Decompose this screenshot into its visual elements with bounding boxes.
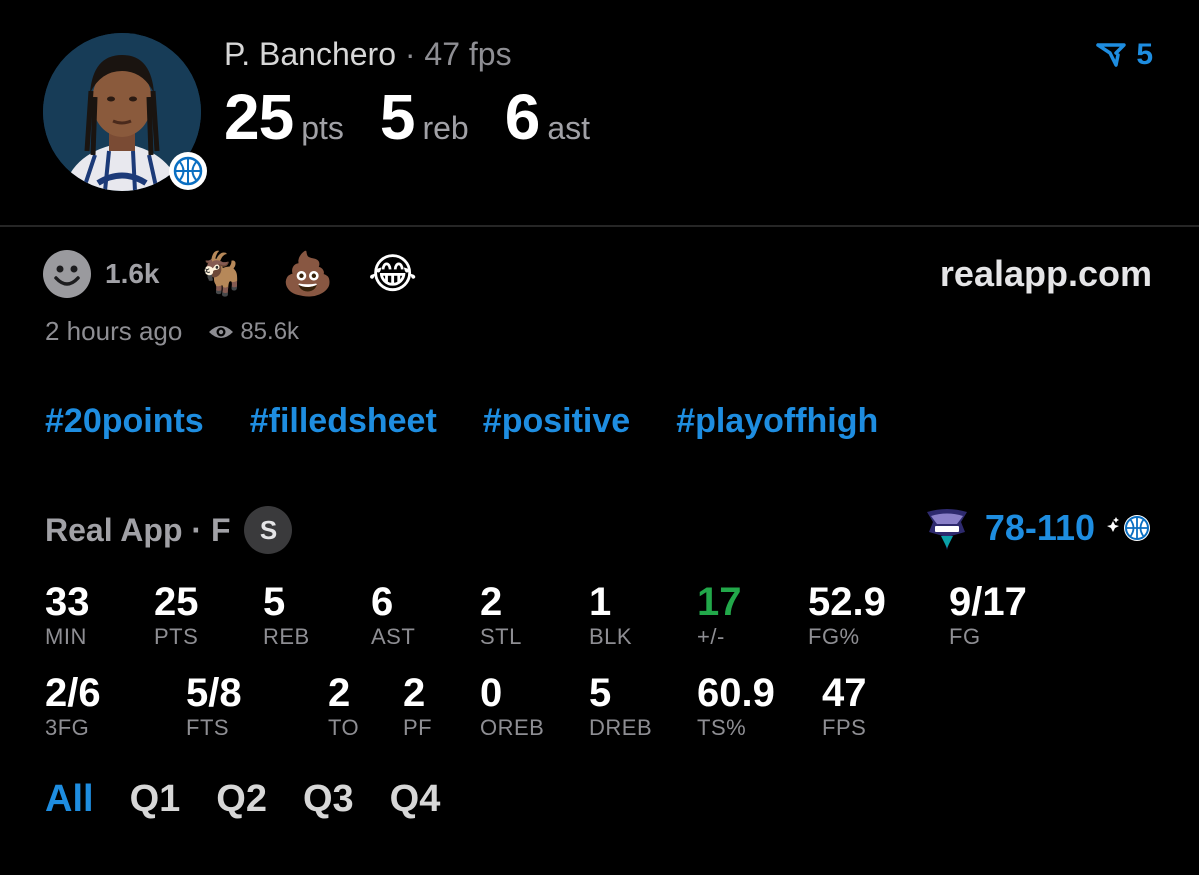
assists-value: 6 (504, 81, 541, 153)
stat-dreb: 5 DREB (589, 671, 652, 741)
quarter-tabs: All Q1 Q2 Q3 Q4 (45, 778, 440, 821)
player-fps: 47 fps (424, 36, 512, 72)
stat-fg-pct: 52.9 FG% (808, 580, 886, 650)
stat-value: 5/8 (186, 671, 242, 715)
game-score[interactable]: 78-110 (921, 502, 1153, 554)
stat-pf: 2 PF (403, 671, 432, 741)
stat-fg: 9/17 FG (949, 580, 1027, 650)
score-value: 78-110 (984, 507, 1095, 548)
stat-label: AST (371, 624, 416, 649)
stat-label: REB (263, 624, 310, 649)
points-value: 25 (224, 81, 294, 153)
stat-value: 2/6 (45, 671, 101, 715)
laughing-reaction[interactable]: 😂 (368, 250, 417, 298)
stat-ast: 6 AST (371, 580, 415, 650)
magic-logo-icon (1107, 515, 1150, 541)
stat-fps: 47 FPS (822, 671, 867, 741)
boost-count: 5 (1136, 38, 1153, 71)
rebounds-value: 5 (379, 81, 416, 153)
stat-ts-pct: 60.9 TS% (697, 671, 775, 741)
player-name-line: P. Banchero · 47 fps (224, 36, 512, 73)
hashtag[interactable]: #filledsheet (250, 402, 437, 441)
stat-label: FG (949, 624, 981, 649)
stat-label: FTS (186, 715, 230, 740)
magic-team-icon (169, 152, 207, 190)
stat-label: PF (403, 715, 433, 740)
stat-stl: 2 STL (480, 580, 522, 650)
poop-reaction[interactable]: 💩 (282, 250, 334, 298)
stat-value: 0 (480, 671, 503, 715)
game-source-label: Real App · F (45, 511, 231, 548)
post-time: 2 hours ago (45, 316, 183, 346)
stat-value: 52.9 (808, 580, 886, 624)
stat-label: TO (328, 715, 360, 740)
headline-stats: 25 pts 5 reb 6 ast (224, 80, 626, 154)
goat-reaction[interactable]: 🐐 (196, 250, 248, 298)
hashtag-list: #20points #filledsheet #positive #playof… (45, 402, 878, 441)
stat-min: 33 MIN (45, 580, 90, 650)
smiley-icon[interactable] (43, 250, 91, 298)
player-name[interactable]: P. Banchero (224, 36, 396, 72)
stat-value: 9/17 (949, 580, 1027, 624)
stat-label: +/- (697, 624, 725, 649)
stat-value: 47 (822, 671, 867, 715)
stat-label: PTS (154, 624, 199, 649)
stat-label: FG% (808, 624, 860, 649)
name-separator: · (404, 36, 416, 72)
hashtag[interactable]: #20points (45, 402, 204, 441)
tab-q4[interactable]: Q4 (390, 778, 441, 821)
view-count: 85.6k (240, 317, 300, 345)
stat-3fg: 2/6 3FG (45, 671, 101, 741)
stat-reb: 5 REB (263, 580, 310, 650)
stat-label: BLK (589, 624, 633, 649)
stat-fts: 5/8 FTS (186, 671, 242, 741)
boost-button[interactable]: 5 (1096, 38, 1153, 72)
eye-icon (209, 325, 234, 338)
boost-arrow-icon (1096, 43, 1127, 67)
assists-unit: ast (547, 110, 590, 146)
tab-q2[interactable]: Q2 (216, 778, 267, 821)
stat-value: 1 (589, 580, 612, 624)
stat-value: 2 (328, 671, 351, 715)
hashtag[interactable]: #playoffhigh (676, 402, 878, 441)
stat-value: 5 (589, 671, 612, 715)
stat-label: OREB (480, 715, 545, 740)
game-source: Real App · F S (45, 506, 293, 554)
stat-value: 17 (697, 580, 742, 624)
stat-label: FPS (822, 715, 867, 740)
hashtag[interactable]: #positive (483, 402, 630, 441)
stat-value: 25 (154, 580, 199, 624)
stat-label: 3FG (45, 715, 90, 740)
view-count-group: 85.6k (208, 318, 299, 346)
site-link[interactable]: realapp.com (940, 253, 1152, 295)
stat-label: DREB (589, 715, 653, 740)
stat-pts: 25 PTS (154, 580, 199, 650)
stat-label: TS% (697, 715, 747, 740)
stat-to: 2 TO (328, 671, 359, 741)
stat-label: MIN (45, 624, 87, 649)
post-meta: 2 hours ago 85.6k (45, 316, 299, 347)
tab-q3[interactable]: Q3 (303, 778, 354, 821)
status-badge[interactable]: S (244, 506, 293, 554)
stat-value: 2 (403, 671, 426, 715)
stat-value: 5 (263, 580, 286, 624)
tab-all[interactable]: All (45, 778, 94, 821)
stat-label: STL (480, 624, 522, 649)
rebounds-unit: reb (422, 110, 469, 146)
stat-blk: 1 BLK (589, 580, 632, 650)
stat-value: 33 (45, 580, 90, 624)
reaction-count[interactable]: 1.6k (105, 258, 160, 290)
points-unit: pts (301, 110, 344, 146)
hornets-logo-icon (926, 509, 967, 550)
tab-q1[interactable]: Q1 (130, 778, 181, 821)
stat-plus-minus: 17 +/- (697, 580, 742, 650)
header-divider (0, 225, 1199, 227)
stat-value: 60.9 (697, 671, 775, 715)
stat-oreb: 0 OREB (480, 671, 544, 741)
reactions-bar: 1.6k 🐐 💩 😂 (43, 250, 451, 298)
stat-value: 6 (371, 580, 394, 624)
stat-value: 2 (480, 580, 503, 624)
